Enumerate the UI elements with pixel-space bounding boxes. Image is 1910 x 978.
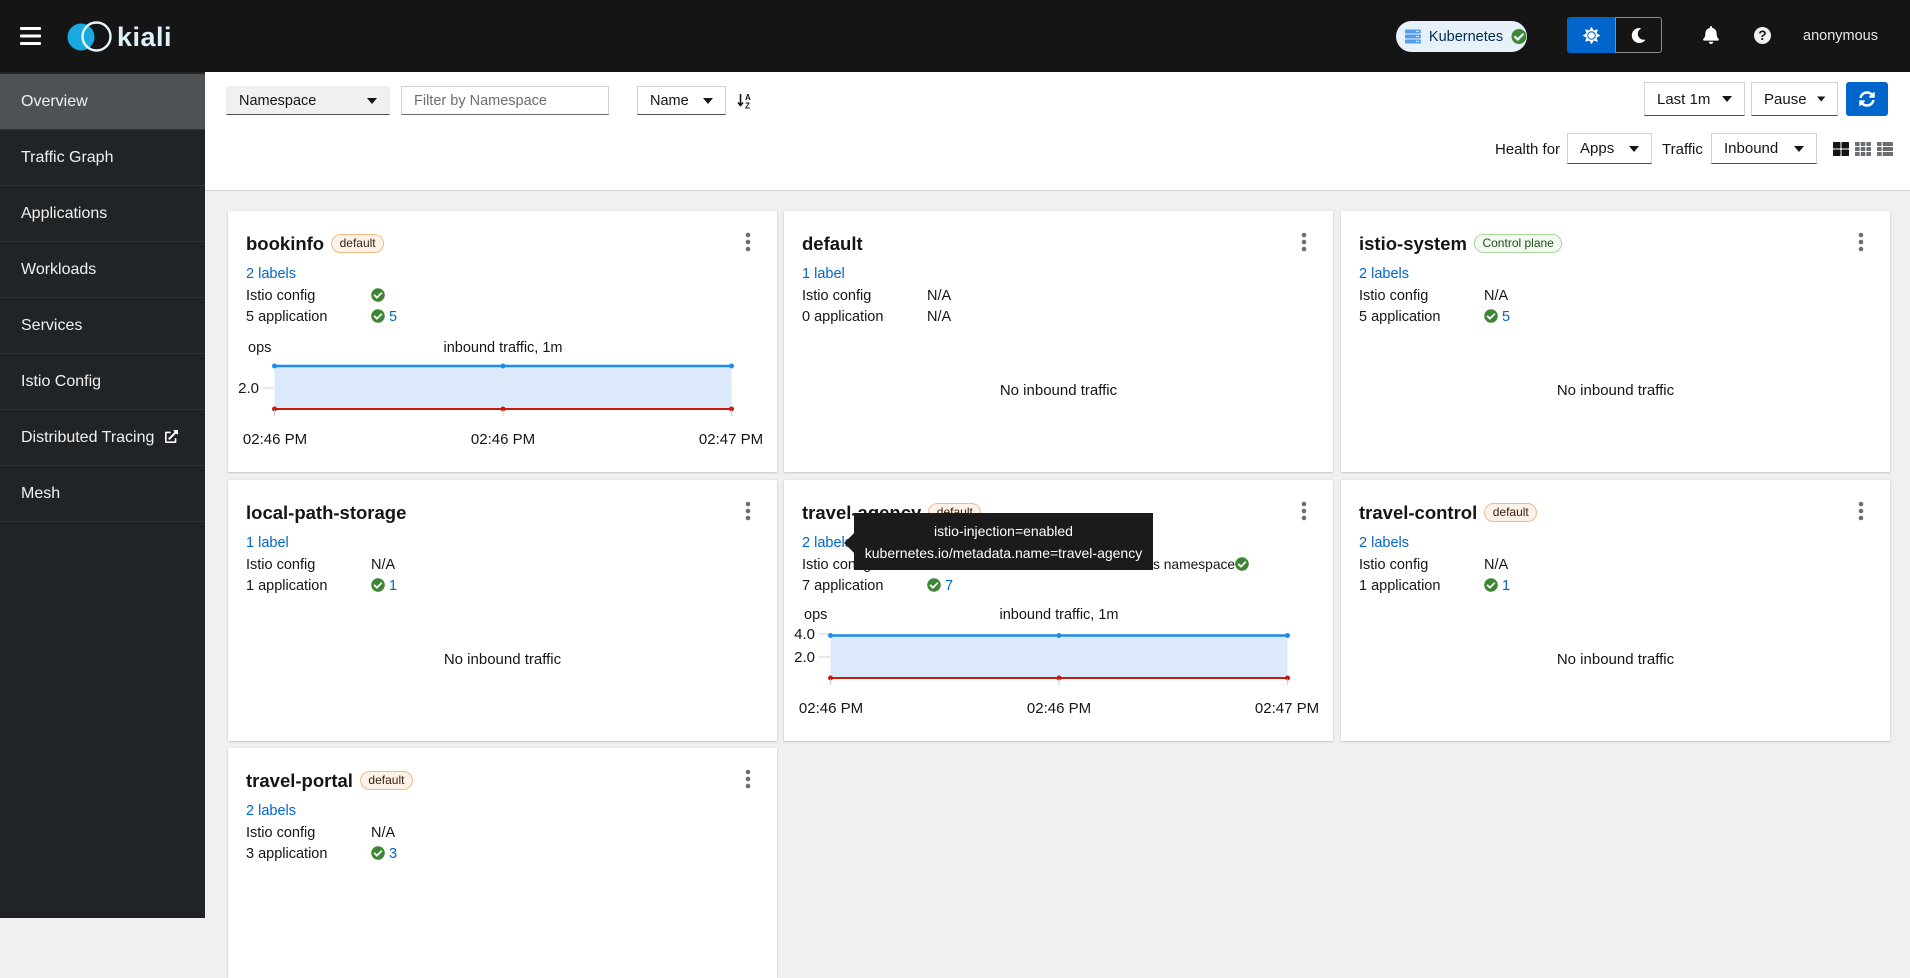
svg-text:2.0: 2.0 — [238, 380, 259, 397]
svg-text:02:46 PM: 02:46 PM — [471, 431, 535, 448]
svg-text:inbound traffic, 1m: inbound traffic, 1m — [443, 340, 562, 356]
svg-text:Z: Z — [745, 102, 750, 110]
svg-text:2.0: 2.0 — [794, 649, 815, 666]
svg-text:02:46 PM: 02:46 PM — [1027, 700, 1091, 717]
svg-text:02:46 PM: 02:46 PM — [799, 700, 863, 717]
svg-text:4.0: 4.0 — [794, 626, 815, 643]
svg-text:02:46 PM: 02:46 PM — [243, 431, 307, 448]
svg-text:02:47 PM: 02:47 PM — [699, 431, 763, 448]
svg-text:ops: ops — [804, 607, 827, 623]
svg-text:inbound traffic, 1m: inbound traffic, 1m — [999, 607, 1118, 623]
svg-text:ops: ops — [248, 340, 271, 356]
svg-text:02:47 PM: 02:47 PM — [1255, 700, 1319, 717]
